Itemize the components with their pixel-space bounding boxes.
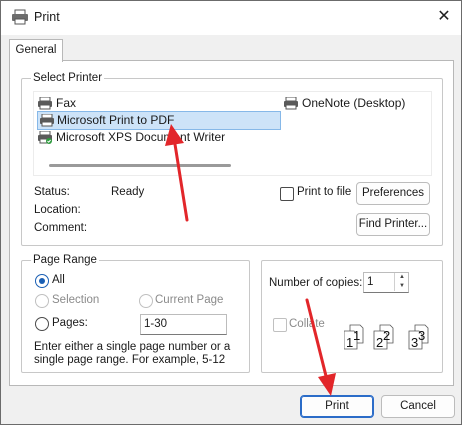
print-to-file-checkbox[interactable]	[280, 187, 294, 201]
printer-item-microsoft-print-to-pdf[interactable]: Microsoft Print to PDF	[37, 111, 281, 130]
print-to-file-label[interactable]: Print to file	[297, 186, 351, 198]
current-page-radio[interactable]	[139, 294, 153, 308]
all-radio[interactable]	[35, 274, 49, 288]
printer-label: Microsoft XPS Document Writer	[56, 130, 226, 144]
window-title: Print	[34, 10, 60, 24]
spin-up-icon[interactable]: ▲	[394, 273, 409, 282]
collate-digit: 3	[411, 335, 418, 350]
cancel-button[interactable]: Cancel	[381, 395, 455, 418]
tab-general[interactable]: General	[9, 39, 63, 62]
close-icon[interactable]: ✕	[429, 3, 459, 31]
collate-digit: 1	[353, 328, 360, 343]
select-printer-label: Select Printer	[31, 72, 105, 84]
number-of-copies-label: Number of copies:	[269, 277, 363, 289]
status-label: Status:	[34, 186, 70, 198]
printer-label: OneNote (Desktop)	[302, 96, 406, 110]
printer-icon	[40, 114, 54, 127]
comment-label: Comment:	[34, 222, 88, 234]
print-dialog: Print ✕ General Select Printer Fax OneNo…	[0, 0, 462, 425]
title-bar: Print ✕	[1, 1, 461, 35]
find-printer-button[interactable]: Find Printer...	[356, 213, 430, 236]
collate-checkbox[interactable]	[273, 318, 287, 332]
location-label: Location:	[34, 204, 81, 216]
printer-label: Fax	[56, 96, 77, 110]
printer-item-fax[interactable]: Fax	[37, 95, 237, 112]
collate-digit: 3	[418, 328, 425, 343]
collate-pages-icon: 1 1 2 2 3 3	[344, 324, 429, 350]
preferences-button[interactable]: Preferences	[356, 182, 430, 205]
printer-icon	[12, 9, 28, 25]
printer-label: Microsoft Print to PDF	[57, 113, 175, 127]
pages-label[interactable]: Pages:	[52, 317, 88, 329]
collate-digit: 1	[346, 335, 353, 350]
all-label[interactable]: All	[52, 274, 65, 286]
printer-item-onenote[interactable]: OneNote (Desktop)	[283, 95, 423, 112]
collate-label[interactable]: Collate	[289, 318, 325, 330]
print-button[interactable]: Print	[300, 395, 374, 418]
collate-digit: 2	[383, 328, 390, 343]
selection-radio[interactable]	[35, 294, 49, 308]
page-range-label: Page Range	[31, 254, 99, 266]
pages-radio[interactable]	[35, 317, 49, 331]
printer-default-icon	[38, 131, 52, 144]
printer-item-microsoft-xps[interactable]: Microsoft XPS Document Writer	[37, 129, 277, 146]
fax-icon	[38, 97, 52, 110]
printer-icon	[284, 97, 298, 110]
status-value: Ready	[111, 186, 145, 198]
pages-input[interactable]: 1-30	[140, 314, 227, 335]
page-range-hint: Enter either a single page number or a s…	[34, 341, 231, 366]
spin-down-icon[interactable]: ▼	[394, 282, 409, 291]
number-of-copies-value: 1	[367, 276, 374, 288]
selection-label[interactable]: Selection	[52, 294, 99, 306]
current-page-label[interactable]: Current Page	[155, 294, 223, 306]
printer-list-scrollbar[interactable]	[49, 164, 231, 167]
collate-digit: 2	[376, 335, 383, 350]
